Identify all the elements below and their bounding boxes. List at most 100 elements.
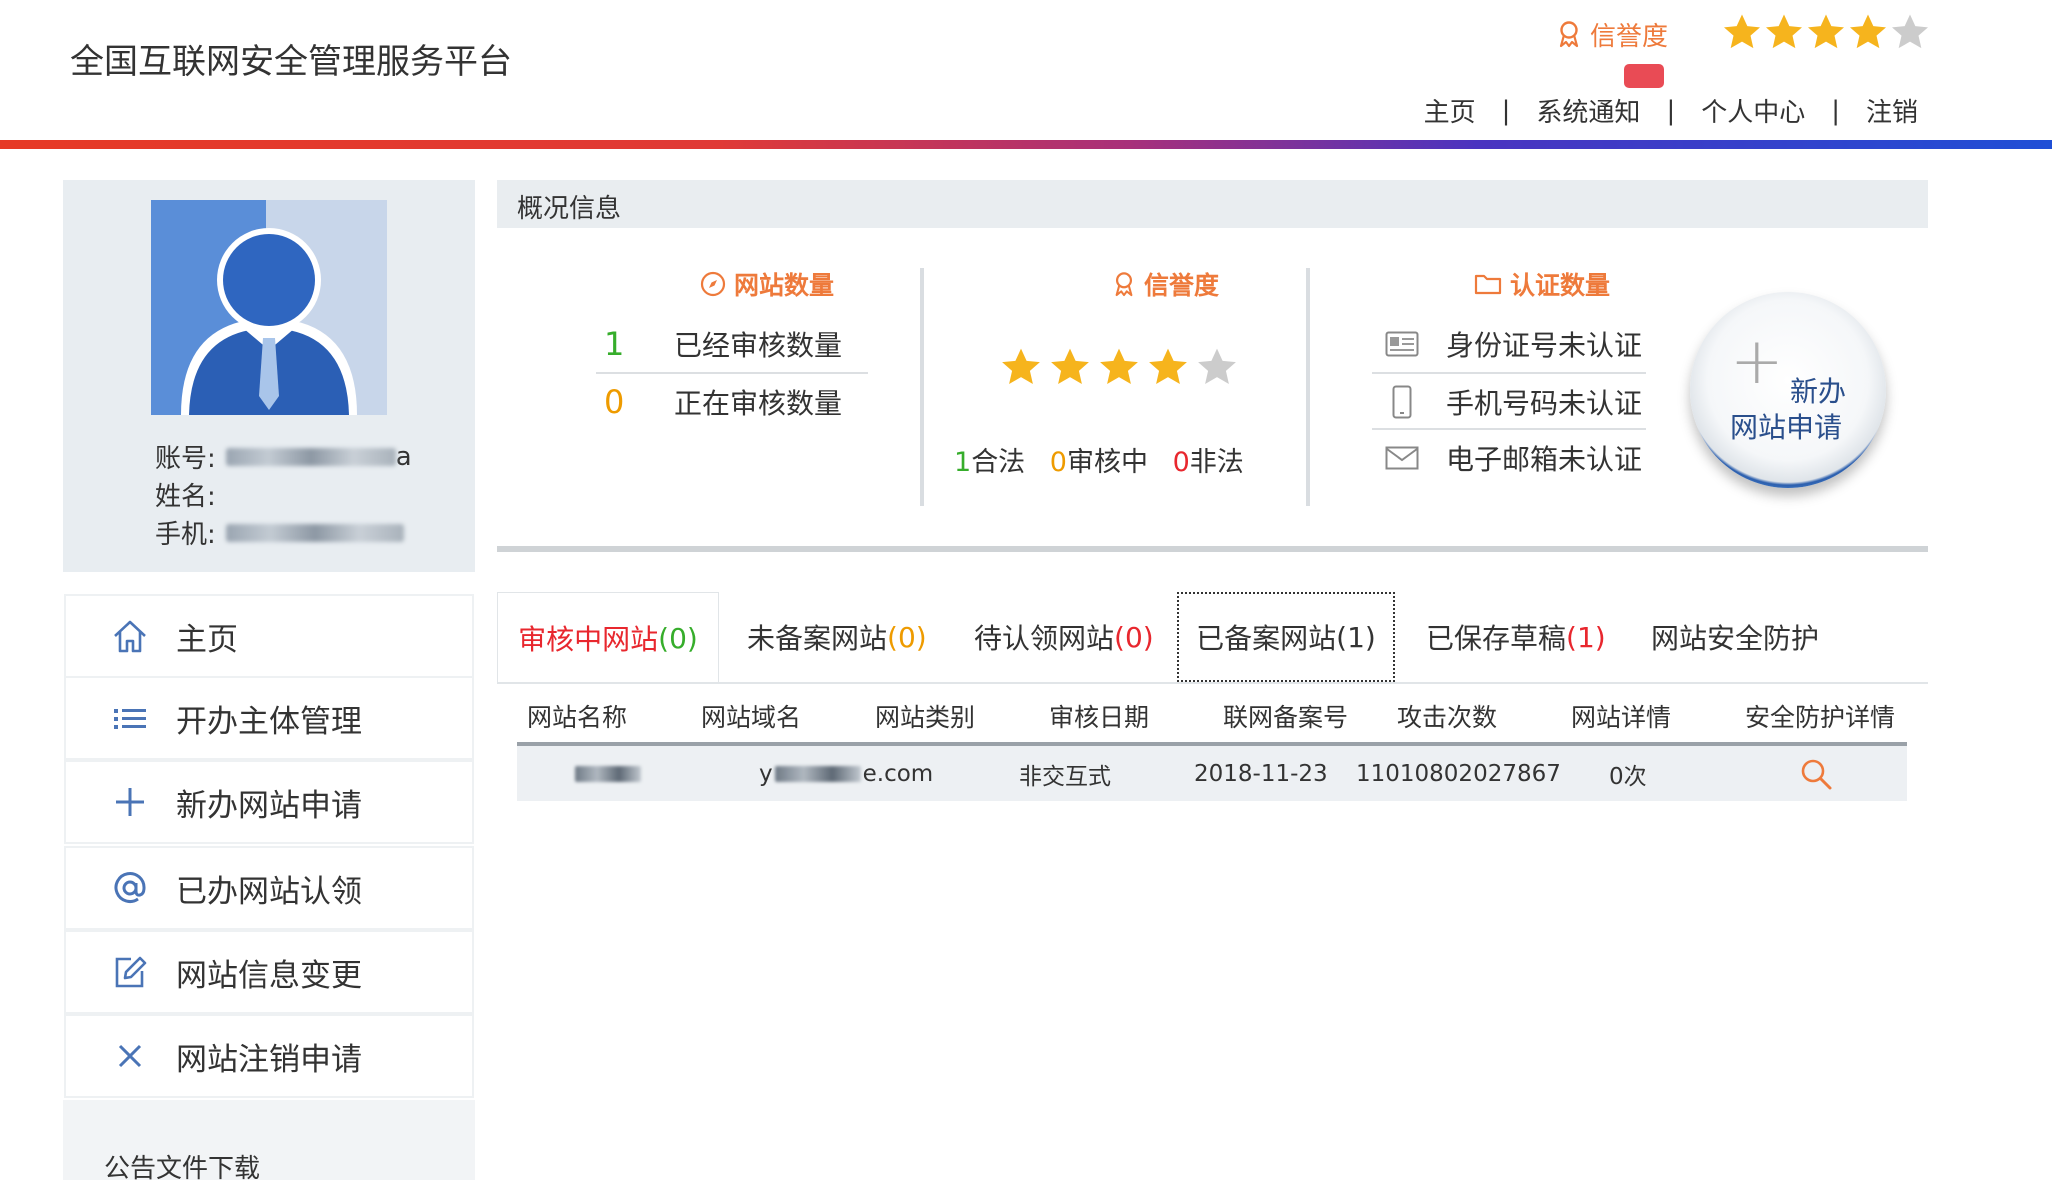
star-icon [1808,14,1844,49]
cell-category: 非交互式 [1019,763,1111,790]
section-divider [1306,268,1310,506]
close-icon [110,1036,150,1076]
new-app-line1: 新办 [1790,375,1847,408]
avatar [151,200,387,415]
reviewing-count: 0 [604,383,625,421]
phone-label: 手机: [155,520,216,550]
overview-header: 概况信息 [497,180,1928,228]
sidebar-item-home[interactable]: 主页 [66,596,472,676]
compass-icon [700,271,726,297]
account-value-suffix: a [395,441,412,472]
table-header: 网站名称 网站域名 网站类别 审核日期 联网备案号 攻击次数 网站详情 安全防护… [517,688,1907,744]
star-icon [1724,14,1760,49]
website-count-label: 网站数量 [734,271,835,300]
app-title: 全国互联网安全管理服务平台 [70,42,512,82]
reviewed-label: 已经审核数量 [674,329,843,362]
website-tabs: 审核中网站 (0) 未备案网站 (0) 待认领网站 (0) 已备案网站 (1) 已保存草… [497,592,1928,684]
tab-count: (0) [658,621,698,655]
overview-title: 概况信息 [517,194,622,224]
security-details-search-icon[interactable] [1799,746,1833,801]
cell-site-name [575,746,641,801]
illegal-count: 0 [1172,447,1190,478]
credit-label: 信誉度 [1590,21,1669,52]
credit-section-title: 信誉度 [1112,266,1219,302]
illegal-label: 非法 [1189,447,1244,478]
sidebar-item-label: 网站信息变更 [176,957,362,994]
at-icon [110,868,150,908]
reviewing-label: 正在审核数量 [674,387,843,420]
table-row: y e.com 非交互式 2018-11-23 11010802027867 0… [517,746,1907,801]
credit-stars [1722,12,1932,52]
legal-label: 合法 [971,447,1026,478]
tab-pending-claim[interactable]: 待认领网站 (0) [974,592,1154,682]
sidebar-item-label: 主页 [176,621,238,658]
tab-label: 审核中网站 [518,623,659,656]
email-status: 电子邮箱未认证 [1446,443,1643,476]
profile-panel: 账号: a 姓名: 手机: [63,180,475,572]
tab-count: (1) [1336,620,1376,654]
star-empty-icon [1198,348,1236,384]
sidebar-item-cancel-website[interactable]: 网站注销申请 [66,1016,472,1096]
id-card-icon [1380,331,1424,357]
credit-section-stars [1000,346,1245,388]
mail-icon [1380,446,1424,470]
col-header-review-date: 审核日期 [1049,703,1150,732]
nav-profile-link[interactable]: 个人中心 [1701,92,1805,129]
name-label: 姓名: [155,482,216,512]
tab-label: 网站安全防护 [1651,622,1820,655]
account-value-redacted [225,447,396,466]
sidebar-item-label: 开办主体管理 [176,703,362,740]
credit-rating: 信誉度 [1556,14,1668,54]
legal-count: 1 [954,447,972,478]
profile-name: 姓名: [155,476,216,513]
new-website-application-button[interactable]: + 新办 网站申请 [1690,292,1886,488]
list-icon [110,698,150,738]
col-header-record-no: 联网备案号 [1223,703,1349,732]
col-header-category: 网站类别 [875,703,976,732]
domain-suffix: e.com [862,760,934,787]
ribbon-icon [1559,21,1579,48]
credit-section-label: 信誉度 [1144,271,1220,300]
sidebar-item-website-change[interactable]: 网站信息变更 [66,932,472,1012]
sidebar-item-label: 已办网站认领 [176,873,362,910]
tab-label: 已备案网站 [1196,622,1337,655]
credit-status-line: 1合法 0审核中 0非法 [954,440,1244,479]
website-count-title: 网站数量 [700,266,834,302]
plus-icon: + [1730,325,1784,399]
star-icon [1149,348,1187,384]
sidebar-item-claim-website[interactable]: 已办网站认领 [66,848,472,928]
credit-reviewing-label: 审核中 [1066,447,1148,478]
nav-home-link[interactable]: 主页 [1424,92,1476,129]
tab-unregistered[interactable]: 未备案网站 (0) [747,592,927,682]
tab-label: 待认领网站 [974,622,1115,655]
cell-domain: y e.com [759,746,933,801]
reviewing-count-row: 0 正在审核数量 [596,374,868,430]
nav-notifications-link[interactable]: 系统通知 [1536,92,1640,129]
tab-security-protection[interactable]: 网站安全防护 [1651,592,1819,682]
nav-separator: | [1501,95,1511,126]
header-color-bar [0,140,2052,149]
sidebar-item-new-website[interactable]: 新办网站申请 [66,762,472,842]
tab-saved-drafts[interactable]: 已保存草稿 (1) [1426,592,1606,682]
reviewed-count-row: 1 已经审核数量 [596,316,868,372]
star-icon [1850,14,1886,49]
nav-separator: | [1666,95,1676,126]
tab-registered[interactable]: 已备案网站 (1) [1177,592,1395,682]
col-header-attacks: 攻击次数 [1397,703,1498,732]
announcement-download-link[interactable]: 公告文件下载 [104,1148,260,1185]
col-header-details: 网站详情 [1571,703,1672,732]
reviewed-count: 1 [604,325,625,363]
sidebar-item-label: 新办网站申请 [176,787,362,824]
cell-record-no: 11010802027867 [1356,760,1561,787]
folder-icon [1474,274,1502,295]
auth-email-row[interactable]: 电子邮箱未认证 [1372,430,1646,486]
tab-count: (1) [1566,620,1606,654]
auth-phone-row[interactable]: 手机号码未认证 [1372,374,1646,430]
nav-logout-link[interactable]: 注销 [1866,92,1918,129]
tab-reviewing[interactable]: 审核中网站 (0) [497,592,719,683]
sidebar-item-entity-management[interactable]: 开办主体管理 [66,678,472,758]
id-card-status: 身份证号未认证 [1446,329,1643,362]
auth-id-card-row[interactable]: 身份证号未认证 [1372,316,1646,372]
tab-label: 未备案网站 [747,622,888,655]
top-nav: 主页 | 系统通知 | 个人中心 | 注销 [1424,92,1918,129]
